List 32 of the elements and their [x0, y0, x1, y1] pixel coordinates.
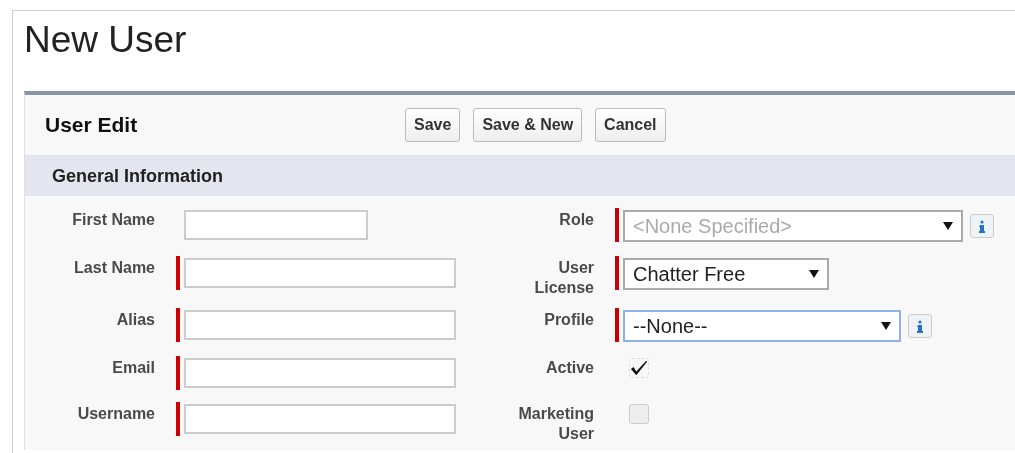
info-icon: [917, 319, 923, 333]
text-field[interactable]: [184, 258, 456, 288]
checkmark-icon: [630, 359, 648, 377]
toolbar-button[interactable]: Save: [405, 108, 461, 142]
dropdown-caret-icon: [943, 222, 953, 230]
field-label: Username: [76, 404, 155, 424]
checkbox[interactable]: [629, 404, 649, 424]
field-label: Marketing User: [517, 404, 594, 444]
text-field[interactable]: [184, 358, 456, 388]
field-label: Profile: [543, 310, 594, 330]
field-label: User License: [533, 258, 594, 298]
field-label: Email: [111, 358, 155, 378]
page-title: New User: [24, 19, 188, 61]
panel-title: User Edit: [45, 113, 139, 137]
info-icon: [979, 219, 985, 233]
text-field[interactable]: [184, 210, 368, 240]
dropdown[interactable]: --None--: [623, 310, 901, 342]
info-button[interactable]: [908, 314, 932, 338]
field-label: Alias: [115, 310, 155, 330]
dropdown-caret-icon: [809, 270, 819, 278]
field-label: First Name: [71, 210, 155, 230]
field-label: Active: [544, 358, 594, 378]
text-field[interactable]: [184, 404, 456, 434]
field-label: Last Name: [73, 258, 155, 278]
section-header: General Information: [25, 156, 1015, 196]
toolbar-button[interactable]: Save & New: [473, 108, 583, 142]
text-field[interactable]: [184, 310, 456, 340]
toolbar-button[interactable]: Cancel: [595, 108, 666, 142]
dropdown-caret-icon: [881, 322, 891, 330]
field-label: Role: [558, 210, 594, 230]
checkbox[interactable]: [629, 358, 649, 378]
dropdown[interactable]: Chatter Free: [623, 258, 829, 290]
